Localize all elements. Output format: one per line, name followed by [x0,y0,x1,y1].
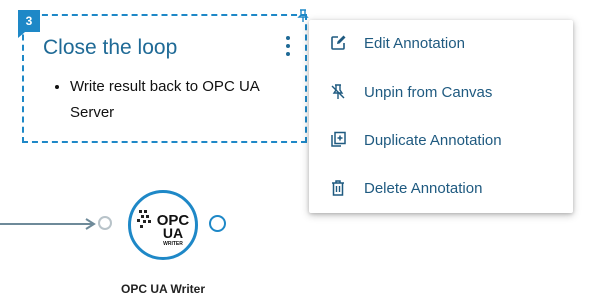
annotation-bullet: Write result back to OPC UA Server [70,74,290,126]
annotation-title: Close the loop [43,36,178,59]
delete-icon [332,180,344,196]
annotation-bullet-list: Write result back to OPC UA Server [54,74,290,126]
menu-item-unpin-from-canvas[interactable]: Unpin from Canvas [309,69,573,117]
menu-item-delete-annotation[interactable]: Delete Annotation [309,165,573,213]
pin-icon[interactable] [296,9,310,23]
menu-item-label: Delete Annotation [364,180,483,197]
menu-item-edit-annotation[interactable]: Edit Annotation [309,20,573,68]
annotation-number-badge: 3 [18,10,40,32]
menu-item-duplicate-annotation[interactable]: Duplicate Annotation [309,117,573,165]
menu-item-label: Unpin from Canvas [364,84,493,101]
annotation-card[interactable]: 3 Close the loop Write result back to OP… [18,10,307,143]
logo-writer-text: WRITER [163,241,183,247]
input-port[interactable] [98,216,112,230]
menu-item-label: Edit Annotation [364,35,465,52]
edit-icon [331,35,346,50]
logo-ua-text: UA [163,225,183,241]
annotation-context-menu: Edit Annotation Unpin from Canvas Duplic… [309,20,573,213]
opc-ua-logo: OPC UA WRITER [137,210,189,247]
node-label: OPC UA Writer [120,282,205,296]
incoming-connection-edge[interactable] [0,214,100,234]
badge-tail [18,32,25,38]
menu-item-label: Duplicate Annotation [364,132,502,149]
more-options-icon[interactable] [283,36,293,56]
unpin-icon [331,84,345,99]
duplicate-icon [331,131,346,147]
output-port[interactable] [209,215,226,232]
